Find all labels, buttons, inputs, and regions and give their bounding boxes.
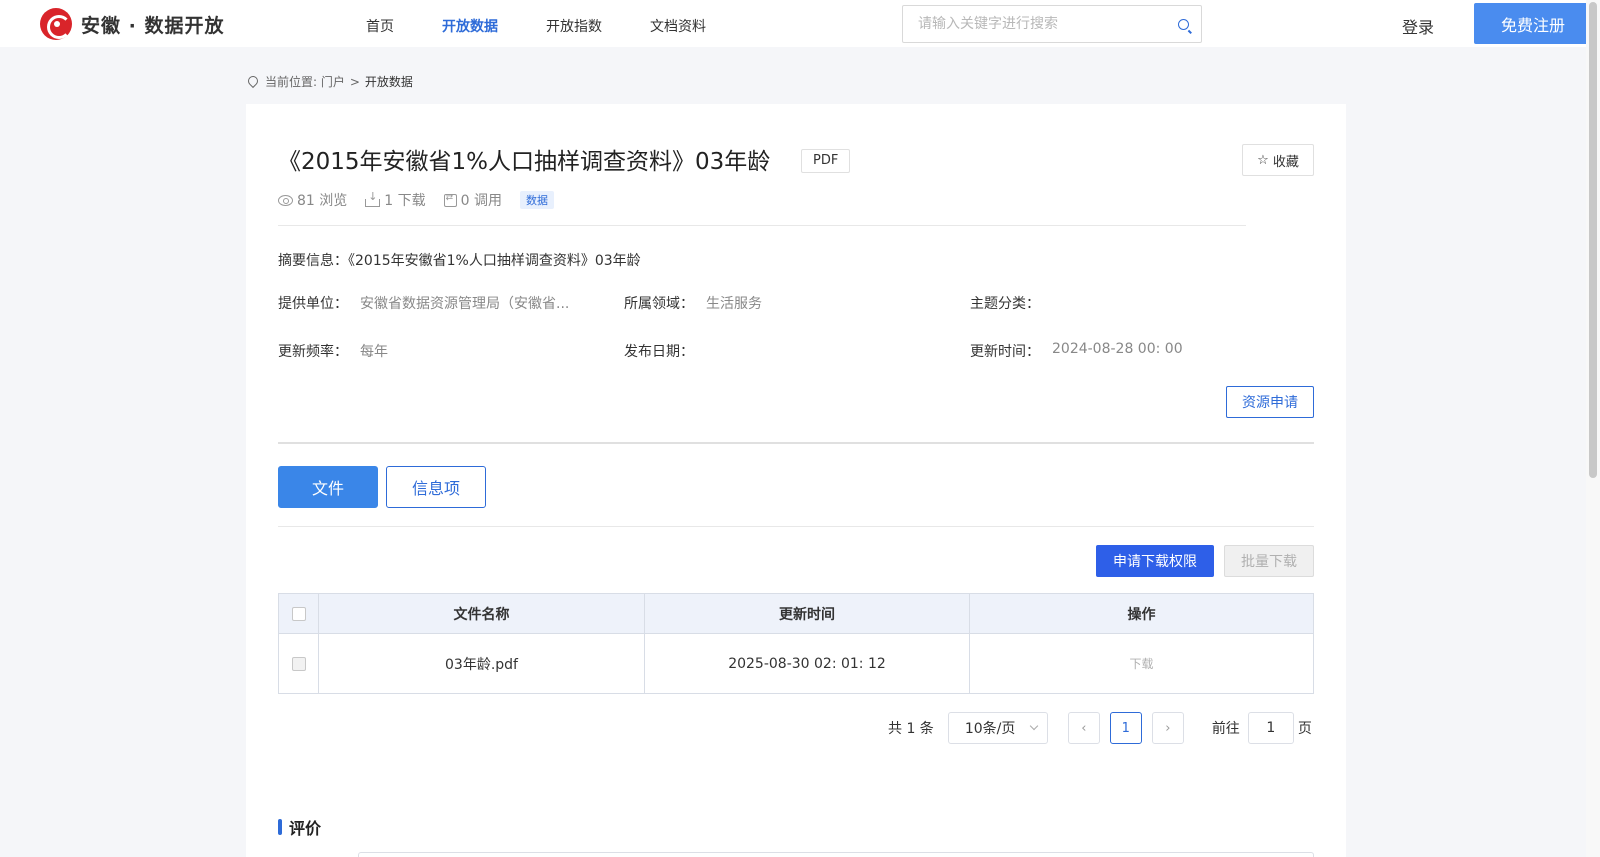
chevron-right-icon: ›	[1165, 720, 1171, 736]
dataset-title: 《2015年安徽省1%人口抽样调查资料》03年龄	[278, 149, 771, 175]
domain-value: 生活服务	[706, 296, 762, 312]
format-badge: PDF	[801, 149, 851, 173]
publish-date-label: 发布日期：	[624, 344, 694, 360]
page-unit: 页	[1297, 721, 1312, 737]
login-link[interactable]: 登录	[1402, 14, 1434, 38]
topic-label: 主题分类：	[970, 296, 1040, 312]
views-stat: 81 浏览	[278, 190, 347, 210]
provider-label: 提供单位：	[278, 296, 348, 312]
chevron-left-icon: ‹	[1081, 720, 1087, 736]
downloads-count: 1 下载	[384, 193, 426, 209]
frequency-label: 更新频率：	[278, 344, 348, 360]
search-icon[interactable]	[1178, 19, 1189, 30]
row-checkbox[interactable]	[291, 656, 306, 671]
divider	[278, 526, 1314, 527]
update-time-cell: 2025-08-30 02: 01: 12	[644, 633, 970, 694]
page-number-button[interactable]: 1	[1109, 712, 1142, 744]
nav-home[interactable]: 首页	[366, 16, 394, 36]
domain-field: 所属领域： 生活服务	[624, 293, 970, 313]
col-actions: 操作	[969, 593, 1314, 634]
downloads-stat: 1 下载	[365, 190, 426, 210]
publish-date-field: 发布日期：	[624, 341, 970, 361]
next-page-button[interactable]: ›	[1151, 712, 1184, 744]
tab-files[interactable]: 文件	[278, 466, 378, 508]
table-row: 03年龄.pdf 2025-08-30 02: 01: 12 下载	[278, 633, 1314, 694]
summary-label: 摘要信息：	[278, 253, 348, 269]
star-icon: ☆	[1257, 152, 1269, 168]
dataset-detail-card: 《2015年安徽省1%人口抽样调查资料》03年龄 PDF ☆ 收藏 81 浏览 …	[246, 104, 1346, 857]
calls-count: 0 调用	[460, 193, 502, 209]
select-all-cell	[278, 593, 319, 634]
tab-info-items[interactable]: 信息项	[386, 466, 486, 508]
provider-value: 安徽省数据资源管理局（安徽省...	[360, 296, 570, 312]
review-title: 评价	[289, 819, 322, 838]
info-row-2: 更新频率： 每年 发布日期： 更新时间： 2024-08-28 00: 00	[278, 341, 1316, 361]
download-icon	[365, 190, 381, 207]
frequency-field: 更新频率： 每年	[278, 341, 624, 361]
goto-page-input[interactable]	[1247, 712, 1294, 744]
update-time-label: 更新时间：	[970, 344, 1040, 360]
review-section-title: 评价	[278, 815, 321, 839]
calls-stat: 0 调用	[443, 190, 502, 210]
select-all-checkbox[interactable]	[291, 606, 306, 621]
info-row-1: 提供单位： 安徽省数据资源管理局（安徽省... 所属领域： 生活服务 主题分类：	[278, 293, 1316, 313]
data-type-badge: 数据	[519, 191, 554, 209]
page-size-select[interactable]: 10条/页	[947, 712, 1048, 744]
total-count: 共 1 条	[888, 721, 934, 737]
scrollbar-thumb[interactable]	[1589, 2, 1597, 478]
download-link[interactable]: 下载	[1129, 657, 1153, 671]
api-call-icon	[443, 193, 457, 207]
breadcrumb: 当前位置: 门户 > 开放数据	[248, 73, 413, 90]
section-accent-bar	[278, 819, 282, 835]
table-header-row: 文件名称 更新时间 操作	[278, 593, 1314, 634]
favorite-label: 收藏	[1272, 154, 1299, 170]
col-file-name: 文件名称	[318, 593, 645, 634]
prev-page-button[interactable]: ‹	[1067, 712, 1100, 744]
breadcrumb-current: 开放数据	[364, 75, 413, 89]
page-size-value: 10条/页	[964, 721, 1016, 737]
breadcrumb-portal[interactable]: 当前位置: 门户	[265, 73, 345, 90]
update-time-field: 更新时间： 2024-08-28 00: 00	[970, 341, 1316, 361]
eye-icon	[278, 194, 293, 206]
top-header: 安徽 · 数据开放 首页 开放数据 开放指数 文档资料 登录 免费注册	[0, 0, 1600, 47]
divider	[278, 225, 1246, 226]
logo-text: 安徽 · 数据开放	[81, 14, 225, 37]
request-download-button[interactable]: 申请下载权限	[1096, 545, 1214, 577]
dataset-stats: 81 浏览 1 下载 0 调用 数据	[278, 190, 554, 210]
domain-label: 所属领域：	[624, 296, 694, 312]
provider-field: 提供单位： 安徽省数据资源管理局（安徽省...	[278, 293, 624, 313]
file-table: 文件名称 更新时间 操作 03年龄.pdf 2025-08-30 02: 01:…	[278, 593, 1314, 694]
register-button[interactable]: 免费注册	[1474, 3, 1592, 44]
file-name-cell: 03年龄.pdf	[318, 633, 645, 694]
batch-download-button[interactable]: 批量下载	[1224, 545, 1314, 577]
summary-info: 摘要信息：《2015年安徽省1%人口抽样调查资料》03年龄	[278, 250, 641, 270]
breadcrumb-separator: >	[349, 74, 360, 89]
site-logo[interactable]: 安徽 · 数据开放	[40, 8, 224, 40]
review-input[interactable]	[358, 852, 1314, 857]
divider	[278, 442, 1314, 444]
col-update-time: 更新时间	[644, 593, 970, 634]
nav-documents[interactable]: 文档资料	[650, 16, 706, 36]
location-pin-icon	[248, 76, 258, 88]
chevron-down-icon	[1029, 721, 1039, 731]
nav-open-index[interactable]: 开放指数	[546, 16, 602, 36]
topic-field: 主题分类：	[970, 293, 1316, 313]
frequency-value: 每年	[360, 344, 388, 360]
search-box	[902, 5, 1202, 43]
pagination: 共 1 条 10条/页 ‹ 1 › 前往 页	[888, 712, 1312, 744]
summary-value: 《2015年安徽省1%人口抽样调查资料》03年龄	[348, 253, 641, 269]
logo-icon	[40, 8, 72, 40]
views-count: 81 浏览	[297, 193, 348, 209]
search-input[interactable]	[903, 6, 1153, 42]
main-nav: 首页 开放数据 开放指数 文档资料	[366, 16, 754, 36]
resource-apply-button[interactable]: 资源申请	[1226, 386, 1314, 418]
favorite-button[interactable]: ☆ 收藏	[1242, 144, 1314, 176]
nav-open-data[interactable]: 开放数据	[442, 16, 498, 36]
action-cell: 下载	[969, 633, 1314, 694]
row-select-cell	[278, 633, 319, 694]
scrollbar[interactable]	[1586, 0, 1600, 857]
goto-label: 前往	[1211, 721, 1240, 737]
update-time-value: 2024-08-28 00: 00	[1052, 341, 1183, 357]
